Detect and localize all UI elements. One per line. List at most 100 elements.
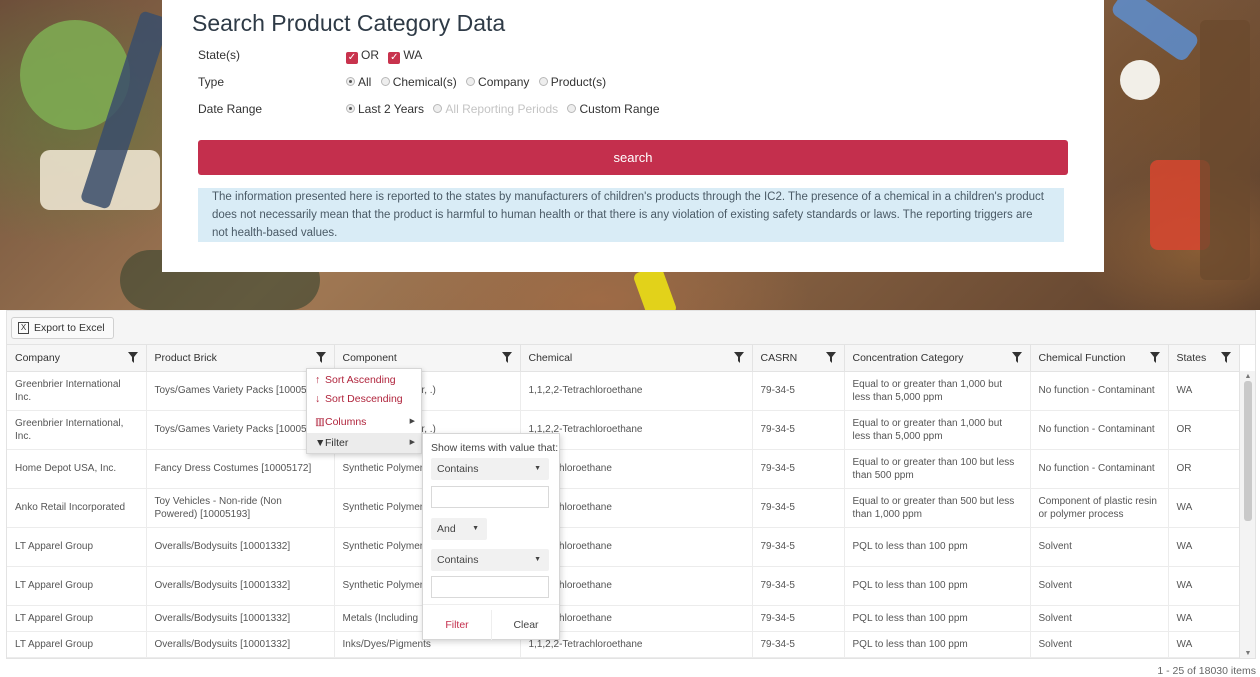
- filter-value-1-input[interactable]: [431, 486, 549, 508]
- filter-popup: Show items with value that: Contains ▼ An…: [422, 433, 560, 640]
- type-radio-company[interactable]: Company: [466, 75, 529, 89]
- pager-info: 1 - 25 of 18030 items: [1157, 665, 1256, 677]
- scroll-up-icon[interactable]: ▲: [1240, 373, 1255, 380]
- results-table: Company Product Brick Component Chemical…: [7, 345, 1240, 658]
- filter-value-2-input[interactable]: [431, 576, 549, 598]
- scroll-down-icon[interactable]: ▼: [1240, 650, 1255, 657]
- chevron-down-icon: ▼: [472, 525, 479, 532]
- menu-columns[interactable]: ▥Columns ▶: [307, 412, 421, 432]
- cell-casrn: 79-34-5: [752, 410, 845, 450]
- cell-product-brick: Toy Vehicles - Non-ride (Non Powered) [1…: [146, 488, 335, 528]
- search-panel: Search Product Category Data State(s) ✓ O…: [162, 0, 1104, 272]
- filter-icon[interactable]: [1149, 352, 1160, 363]
- toy-decoration: [1109, 0, 1201, 64]
- cell-casrn: 79-34-5: [752, 605, 845, 632]
- column-header-company[interactable]: Company: [7, 345, 147, 372]
- cell-company: LT Apparel Group: [7, 527, 147, 567]
- cell-casrn: 79-34-5: [752, 566, 845, 606]
- disclaimer-notice: The information presented here is report…: [198, 188, 1064, 242]
- cell-chemical: 1,1,2,2-Tetrachloroethane: [520, 371, 753, 411]
- cell-concentration: Equal to or greater than 1,000 but less …: [844, 371, 1031, 411]
- export-to-excel-button[interactable]: X Export to Excel: [11, 317, 114, 339]
- cell-states: WA: [1168, 488, 1240, 528]
- results-grid: Company Product Brick Component Chemical…: [6, 344, 1256, 659]
- column-header-concentration[interactable]: Concentration Category: [844, 345, 1031, 372]
- date-radio-last-2-years[interactable]: Last 2 Years: [346, 102, 424, 116]
- states-options: ✓ OR ✓ WA: [346, 48, 428, 64]
- cell-product-brick: Overalls/Bodysuits [10001332]: [146, 527, 335, 567]
- chevron-down-icon: ▼: [534, 465, 541, 472]
- cell-states: WA: [1168, 605, 1240, 632]
- type-radio-chemicals[interactable]: Chemical(s): [380, 75, 457, 89]
- menu-sort-ascending[interactable]: ↑ Sort Ascending: [307, 370, 421, 390]
- filter-icon[interactable]: [825, 352, 836, 363]
- table-row[interactable]: LT Apparel Group Overalls/Bodysuits [1000…: [7, 566, 1240, 606]
- cell-concentration: PQL to less than 100 ppm: [844, 631, 1031, 658]
- menu-sort-descending[interactable]: ↓ Sort Descending: [307, 389, 421, 409]
- cell-company: Anko Retail Incorporated: [7, 488, 147, 528]
- cell-states: OR: [1168, 449, 1240, 489]
- filter-apply-button[interactable]: Filter: [423, 610, 491, 640]
- cell-chemical-function: Component of plastic resin or polymer pr…: [1030, 488, 1169, 528]
- checkbox-checked-icon: ✓: [346, 52, 358, 64]
- cell-casrn: 79-34-5: [752, 527, 845, 567]
- grid-body: Greenbrier International Inc. Toys/Games …: [7, 371, 1240, 658]
- menu-filter[interactable]: ▼Filter ▶: [307, 433, 421, 453]
- filter-icon[interactable]: [501, 352, 512, 363]
- filter-clear-button[interactable]: Clear: [491, 610, 560, 640]
- table-row[interactable]: LT Apparel Group Overalls/Bodysuits [1000…: [7, 527, 1240, 567]
- date-range-options: Last 2 Years All Reporting Periods Custo…: [346, 102, 666, 116]
- type-label: Type: [198, 75, 225, 89]
- filter-icon[interactable]: [315, 352, 326, 363]
- cell-company: Greenbrier International Inc.: [7, 371, 147, 411]
- cell-casrn: 79-34-5: [752, 488, 845, 528]
- type-radio-products[interactable]: Product(s): [538, 75, 606, 89]
- radio-icon: [380, 77, 390, 86]
- cell-company: Greenbrier International, Inc.: [7, 410, 147, 450]
- cell-chemical-function: Solvent: [1030, 631, 1169, 658]
- filter-icon[interactable]: [1011, 352, 1022, 363]
- filter-operator-2-select[interactable]: Contains ▼: [431, 549, 549, 571]
- column-header-chemical[interactable]: Chemical: [520, 345, 753, 372]
- toy-decoration: [1200, 20, 1250, 280]
- filter-icon[interactable]: [127, 352, 138, 363]
- column-header-chemical-function[interactable]: Chemical Function: [1030, 345, 1169, 372]
- cell-chemical-function: Solvent: [1030, 527, 1169, 567]
- type-radio-all[interactable]: All: [346, 75, 371, 89]
- sort-ascending-icon: ↑: [315, 374, 321, 386]
- table-row[interactable]: Home Depot USA, Inc. Fancy Dress Costumes…: [7, 449, 1240, 489]
- hero-background: Search Product Category Data State(s) ✓ O…: [0, 0, 1260, 310]
- excel-icon: X: [18, 322, 29, 334]
- filter-icon[interactable]: [1220, 352, 1231, 363]
- cell-chemical-function: Solvent: [1030, 566, 1169, 606]
- column-header-states[interactable]: States: [1168, 345, 1240, 372]
- table-row[interactable]: LT Apparel Group Overalls/Bodysuits [1000…: [7, 631, 1240, 658]
- filter-icon[interactable]: [733, 352, 744, 363]
- table-row[interactable]: Anko Retail Incorporated Toy Vehicles - N…: [7, 488, 1240, 528]
- cell-product-brick: Fancy Dress Costumes [10005172]: [146, 449, 335, 489]
- state-checkbox-wa[interactable]: ✓ WA: [388, 48, 422, 64]
- state-checkbox-or[interactable]: ✓ OR: [346, 48, 379, 64]
- cell-chemical-function: No function - Contaminant: [1030, 410, 1169, 450]
- cell-states: WA: [1168, 371, 1240, 411]
- radio-selected-icon: [346, 77, 355, 86]
- filter-hint: Show items with value that:: [431, 442, 559, 454]
- column-header-casrn[interactable]: CASRN: [752, 345, 845, 372]
- table-row[interactable]: Greenbrier International, Inc. Toys/Games…: [7, 410, 1240, 450]
- date-radio-custom-range[interactable]: Custom Range: [567, 102, 660, 116]
- cell-concentration: Equal to or greater than 100 but less th…: [844, 449, 1031, 489]
- filter-icon: ▼: [315, 437, 326, 449]
- scrollbar-thumb[interactable]: [1244, 381, 1252, 521]
- table-row[interactable]: LT Apparel Group Overalls/Bodysuits [1000…: [7, 605, 1240, 632]
- search-button[interactable]: search: [198, 140, 1068, 175]
- table-row[interactable]: Greenbrier International Inc. Toys/Games …: [7, 371, 1240, 411]
- radio-icon: [466, 77, 476, 86]
- caret-right-icon: ▶: [409, 418, 415, 425]
- cell-states: WA: [1168, 566, 1240, 606]
- cell-concentration: Equal to or greater than 1,000 but less …: [844, 410, 1031, 450]
- filter-operator-1-select[interactable]: Contains ▼: [431, 458, 549, 480]
- vertical-scrollbar[interactable]: ▲ ▼: [1239, 371, 1255, 658]
- chevron-down-icon: ▼: [534, 556, 541, 563]
- cell-casrn: 79-34-5: [752, 631, 845, 658]
- filter-logic-select[interactable]: And ▼: [431, 518, 487, 540]
